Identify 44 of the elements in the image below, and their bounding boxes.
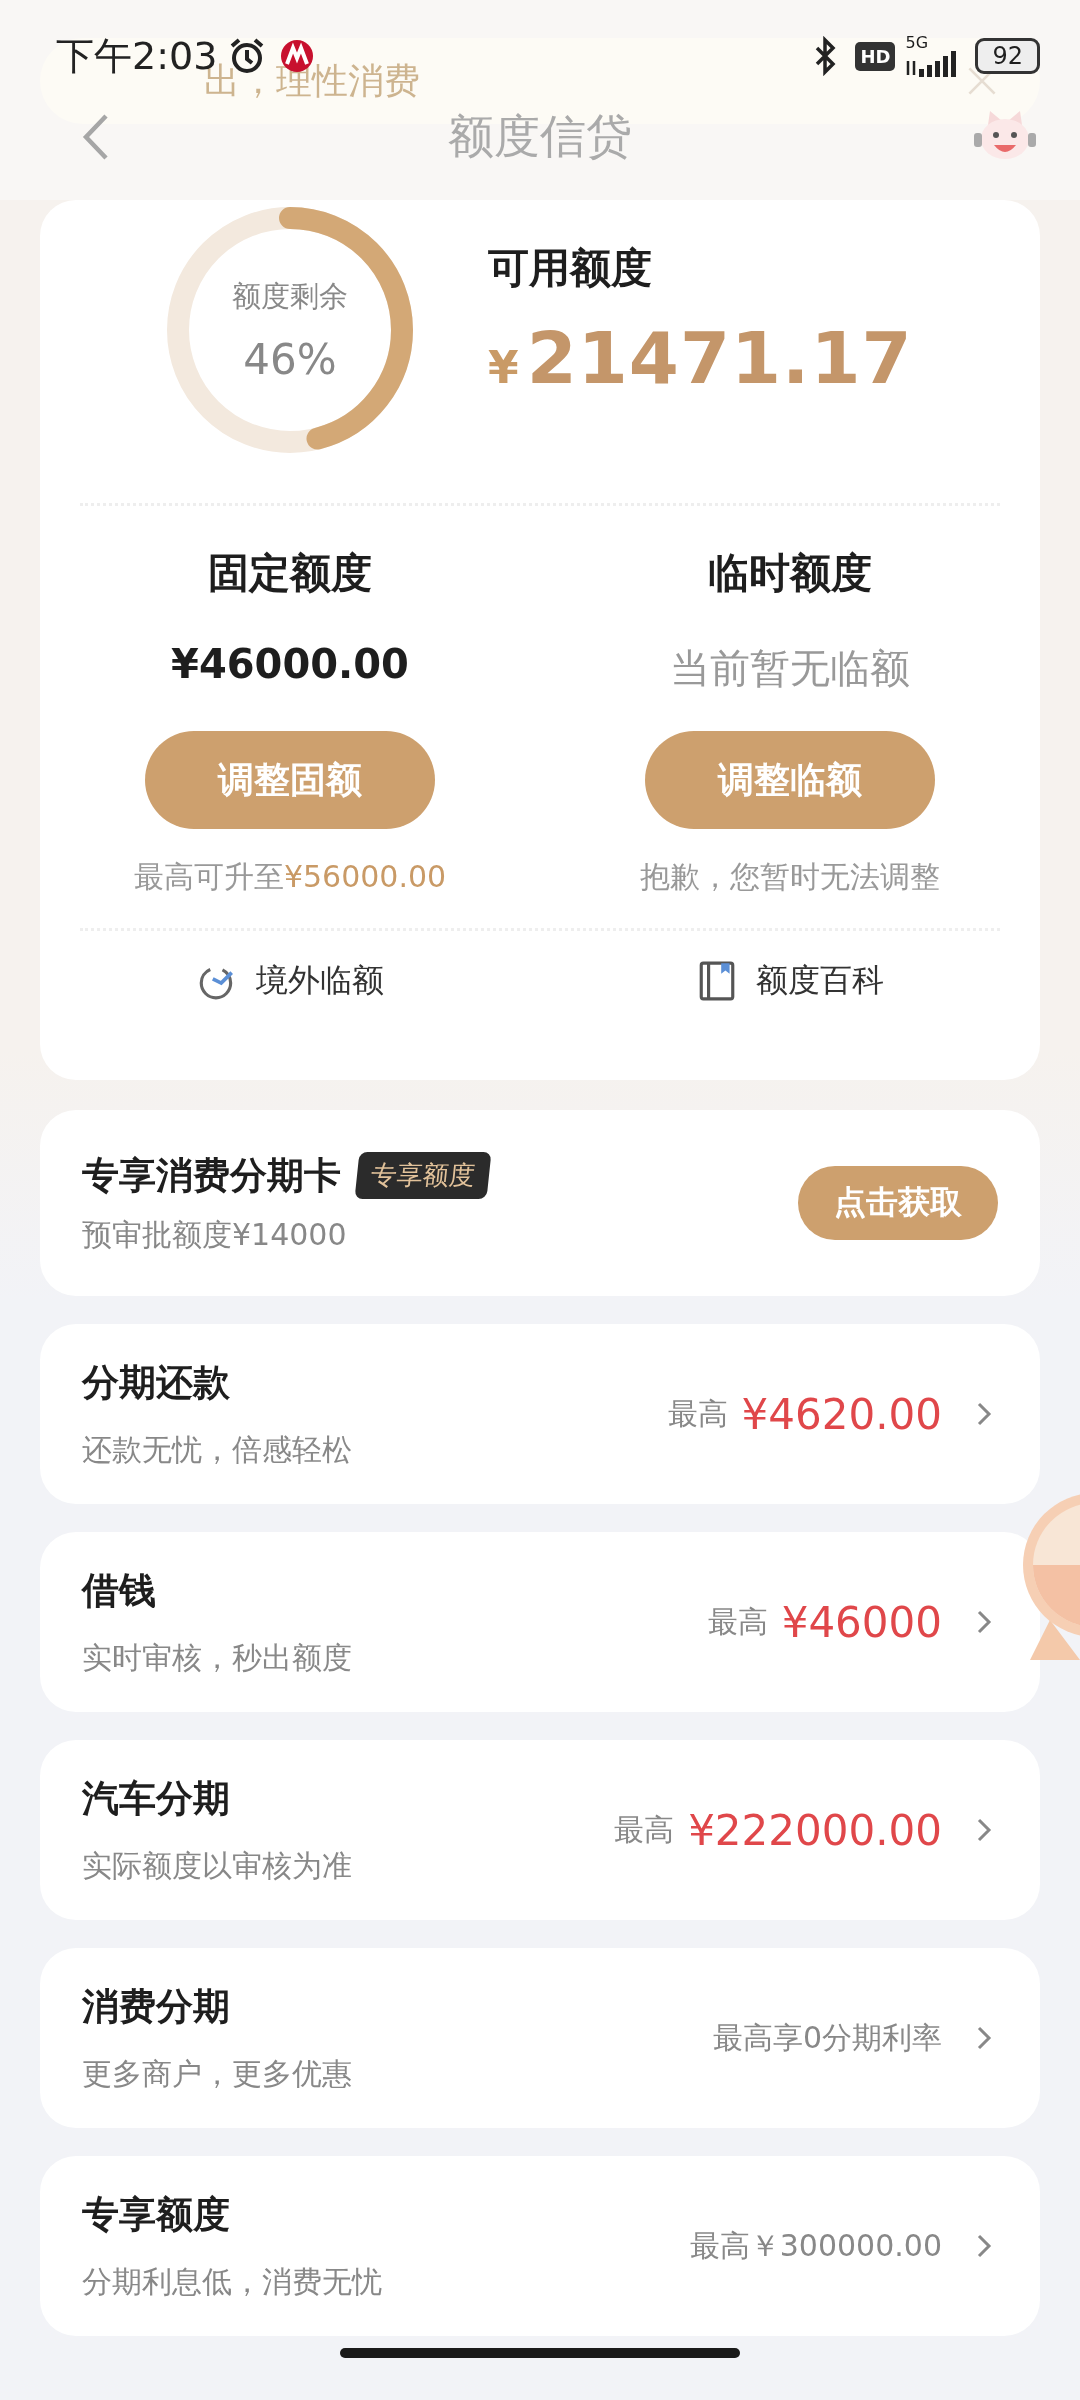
limit-value: ¥46000.00 bbox=[171, 641, 409, 689]
link-label[interactable]: 额度百科 bbox=[756, 959, 884, 1003]
product-subtitle: 还款无忧，倍感轻松 bbox=[82, 1430, 352, 1469]
limit-note: 最高可升至¥56000.00 bbox=[133, 858, 447, 896]
product-note: 最高￥300000.00 bbox=[689, 2226, 942, 2265]
link-label[interactable]: 境外临额 bbox=[256, 959, 384, 1003]
max-label: 最高 bbox=[614, 1810, 675, 1849]
limit-title: 固定额度 bbox=[208, 548, 372, 599]
limit-note: 抱歉，您暂时无法调整 bbox=[640, 858, 940, 896]
max-label: 最高 bbox=[667, 1394, 728, 1433]
ring-percent: 46% bbox=[243, 334, 337, 384]
currency-symbol: ¥ bbox=[488, 341, 519, 393]
battery-indicator: 92 bbox=[975, 38, 1040, 74]
product-subtitle: 分期利息低，消费无忧 bbox=[82, 2262, 382, 2301]
promo-tag: 专享额度 bbox=[354, 1152, 492, 1199]
product-card[interactable]: 分期还款 还款无忧，倍感轻松 最高 ¥4620.00 bbox=[40, 1324, 1040, 1504]
back-icon[interactable] bbox=[80, 112, 110, 162]
product-note: 最高享0分期利率 bbox=[712, 2018, 942, 2057]
max-amount: ¥46000 bbox=[781, 1597, 942, 1647]
product-card[interactable]: 消费分期 更多商户，更多优惠 最高享0分期利率 bbox=[40, 1948, 1040, 2128]
hd-badge: HD bbox=[855, 41, 896, 71]
max-label: 最高 bbox=[707, 1602, 768, 1641]
limit-title: 临时额度 bbox=[708, 548, 872, 599]
product-subtitle: 实际额度以审核为准 bbox=[82, 1846, 352, 1885]
product-subtitle: 更多商户，更多优惠 bbox=[82, 2054, 352, 2093]
product-title: 汽车分期 bbox=[82, 1775, 231, 1822]
product-title: 专享额度 bbox=[82, 2191, 231, 2238]
promo-title: 专享消费分期卡 bbox=[82, 1152, 341, 1199]
product-subtitle: 实时审核，秒出额度 bbox=[82, 1638, 352, 1677]
product-title: 消费分期 bbox=[82, 1983, 231, 2030]
promo-subtitle: 预审批额度¥14000 bbox=[82, 1215, 348, 1254]
product-title: 借钱 bbox=[82, 1567, 157, 1614]
available-label: 可用额度 bbox=[488, 242, 653, 294]
limit-value: 当前暂无临额 bbox=[670, 644, 910, 691]
max-amount: ¥4620.00 bbox=[741, 1389, 942, 1439]
max-amount: ¥222000.00 bbox=[688, 1805, 942, 1855]
available-amount: 21471.17 bbox=[526, 315, 913, 400]
network-label: 5G bbox=[905, 35, 929, 51]
product-title: 分期还款 bbox=[82, 1359, 231, 1406]
product-card[interactable]: 汽车分期 实际额度以审核为准 最高 ¥222000.00 bbox=[40, 1740, 1040, 1920]
product-card[interactable]: 借钱 实时审核，秒出额度 最高 ¥46000 bbox=[40, 1532, 1040, 1712]
ring-label: 额度剩余 bbox=[232, 277, 348, 315]
product-card[interactable]: 专享额度 分期利息低，消费无忧 最高￥300000.00 bbox=[40, 2156, 1040, 2336]
page-title: 额度信贷 bbox=[448, 108, 632, 165]
